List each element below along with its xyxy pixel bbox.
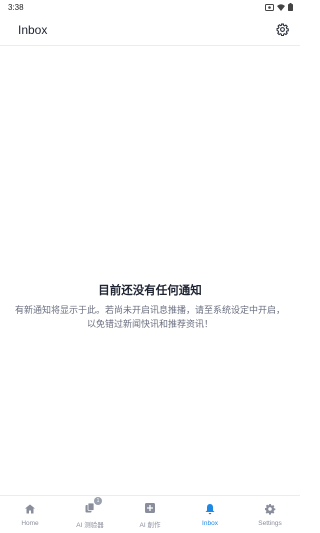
gear-icon (276, 23, 289, 36)
empty-state-title: 目前还没有任何通知 (98, 283, 202, 297)
nav-label-ai-tester: AI 测验器 (76, 521, 104, 529)
bell-icon (205, 504, 215, 515)
bottom-nav: Home 1 AI 测验器 AI 創作 Inbox Settings (0, 495, 300, 533)
status-icons (265, 3, 293, 11)
battery-icon (288, 3, 293, 11)
settings-button[interactable] (274, 22, 290, 38)
nav-item-settings[interactable]: Settings (240, 496, 300, 533)
nav-item-ai-tester[interactable]: 1 AI 测验器 (60, 496, 120, 533)
gear-icon (265, 504, 276, 515)
nav-label-ai-create: AI 創作 (139, 521, 161, 529)
wifi-icon (277, 3, 285, 11)
home-icon (25, 504, 35, 514)
cast-icon (265, 3, 274, 11)
page-title: Inbox (18, 22, 48, 37)
empty-state: 目前还没有任何通知 有新通知将显示于此。若尚未开启讯息推播，请至系统设定中开启，… (0, 282, 300, 332)
nav-item-home[interactable]: Home (0, 496, 60, 533)
add-box-icon (145, 502, 155, 513)
nav-item-inbox[interactable]: Inbox (180, 496, 240, 533)
nav-label-home: Home (21, 520, 39, 527)
nav-label-settings: Settings (258, 520, 282, 527)
status-time: 3:38 (8, 2, 24, 12)
nav-item-ai-create[interactable]: AI 創作 (120, 496, 180, 533)
nav-label-inbox: Inbox (202, 520, 218, 527)
app-bar: Inbox (0, 14, 300, 46)
notification-badge: 1 (94, 496, 102, 505)
empty-state-description: 有新通知将显示于此。若尚未开启讯息推播，请至系统设定中开启，以免错过新闻快讯和推… (14, 306, 285, 330)
status-bar: 3:38 (0, 0, 300, 14)
